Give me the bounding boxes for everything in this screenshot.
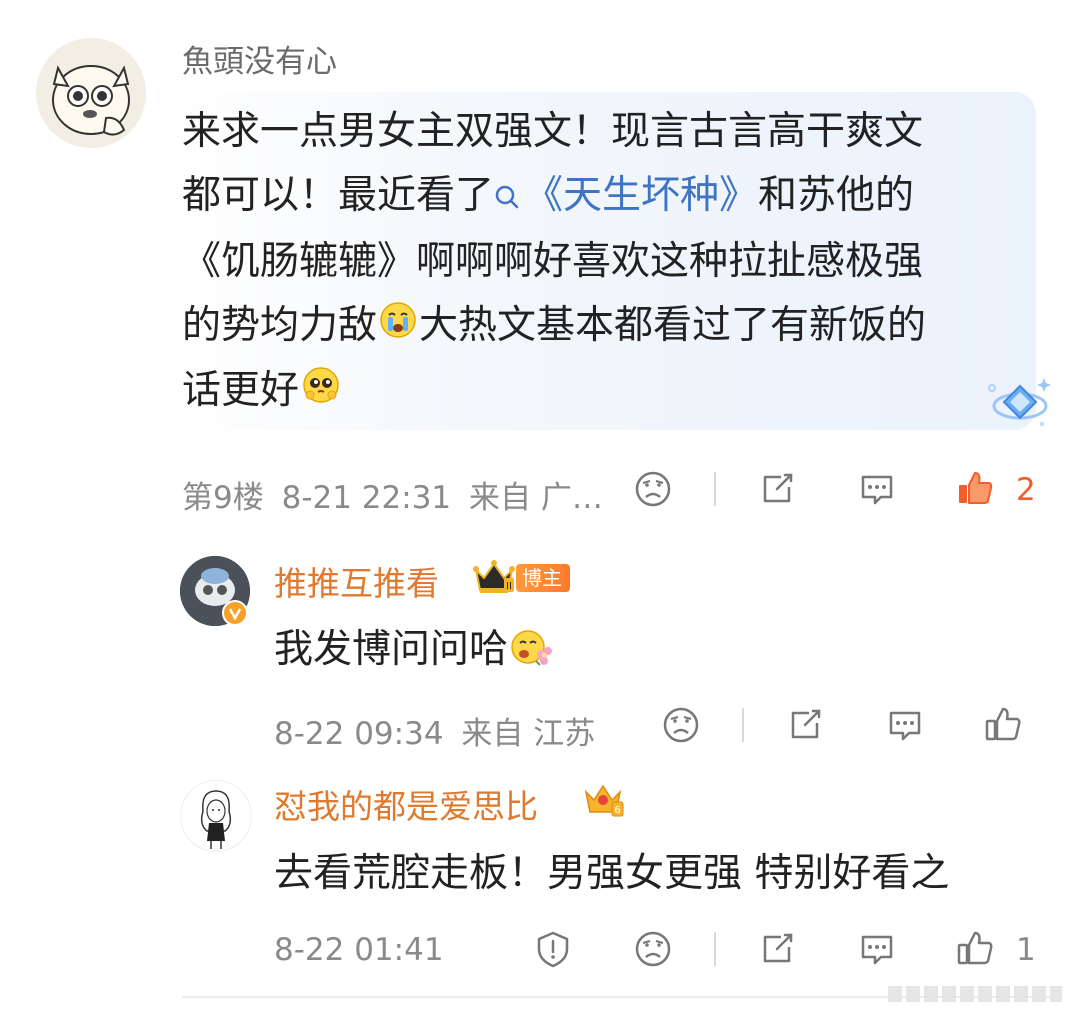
reply-source: 来自 江苏 bbox=[461, 716, 596, 752]
comment-icon[interactable] bbox=[856, 468, 898, 510]
reply-text: 我发博问问哈 bbox=[274, 618, 556, 677]
reply-meta: 8-22 01:41 bbox=[274, 932, 444, 968]
reply-username[interactable]: 推推互推看 bbox=[274, 557, 439, 605]
pleading-emoji-icon bbox=[301, 361, 341, 425]
comment-text-line: 来求一点男女主双强文！现言古言高干爽文 bbox=[182, 109, 924, 154]
floor-number: 第9楼 bbox=[182, 480, 264, 516]
crown-icon: II bbox=[472, 558, 516, 596]
comment-text-line: 话更好 bbox=[182, 368, 300, 413]
reply-time: 8-22 01:41 bbox=[274, 932, 444, 968]
dislike-icon[interactable] bbox=[632, 928, 674, 970]
comment-text-line: 《饥肠辘辘》啊啊啊好喜欢这种拉扯感极强 bbox=[182, 238, 924, 284]
reply-username[interactable]: 怼我的都是爱思比 bbox=[274, 780, 538, 828]
comment-text: 来求一点男女主双强文！现言古言高干爽文 都可以！最近看了 《天生坏种》和苏他的 《… bbox=[182, 100, 1022, 425]
crown-level-icon: 6 bbox=[582, 780, 624, 818]
blogger-badge: 博主 bbox=[516, 564, 570, 592]
comment-text-line: 的势均力敌 bbox=[182, 302, 378, 348]
svg-text:II: II bbox=[506, 581, 512, 592]
share-icon[interactable] bbox=[784, 704, 826, 746]
reply-text: 去看荒腔走板！男强女更强 特别好看之 bbox=[274, 851, 950, 896]
diamond-decoration-icon bbox=[982, 372, 1054, 432]
comment-icon[interactable] bbox=[856, 928, 898, 970]
reply-text-content: 我发博问问哈 bbox=[274, 627, 509, 672]
comment-text-line: 和苏他的 bbox=[758, 173, 915, 218]
share-icon[interactable] bbox=[756, 928, 798, 970]
divider bbox=[742, 708, 744, 742]
reply-meta: 8-22 09:34 来自 江苏 bbox=[274, 708, 595, 753]
like-icon[interactable] bbox=[954, 928, 996, 970]
comment-icon[interactable] bbox=[884, 704, 926, 746]
divider bbox=[714, 472, 716, 506]
svg-text:6: 6 bbox=[614, 805, 620, 816]
comment-text-line: 大热文基本都看过了有新饭的 bbox=[419, 302, 927, 348]
search-icon bbox=[494, 166, 520, 230]
comment-meta: 第9楼 8-21 22:31 来自 广… bbox=[182, 472, 603, 517]
comment-time: 8-21 22:31 bbox=[281, 480, 452, 516]
crying-emoji-icon bbox=[379, 295, 417, 359]
like-count: 2 bbox=[1016, 472, 1036, 508]
hashtag-link[interactable]: 《天生坏种》 bbox=[494, 173, 758, 218]
flower-emoji-icon bbox=[510, 627, 554, 677]
dislike-icon[interactable] bbox=[660, 704, 702, 746]
dislike-icon[interactable] bbox=[632, 468, 674, 510]
reply-time: 8-22 09:34 bbox=[274, 716, 444, 752]
reply-avatar[interactable] bbox=[180, 780, 252, 852]
like-icon[interactable] bbox=[982, 704, 1024, 746]
comment-username[interactable]: 魚頭没有心 bbox=[182, 36, 337, 81]
share-icon[interactable] bbox=[756, 468, 798, 510]
comment-source: 来自 广… bbox=[469, 480, 603, 516]
watermark-placeholder bbox=[888, 982, 1063, 1006]
like-count: 1 bbox=[1016, 932, 1036, 968]
like-icon-active[interactable] bbox=[954, 468, 996, 510]
comment-text-line: 都可以！最近看了 bbox=[182, 173, 495, 218]
report-shield-icon[interactable] bbox=[532, 928, 574, 970]
divider bbox=[714, 932, 716, 966]
user-avatar[interactable] bbox=[36, 38, 146, 148]
verified-badge-icon bbox=[222, 600, 248, 626]
